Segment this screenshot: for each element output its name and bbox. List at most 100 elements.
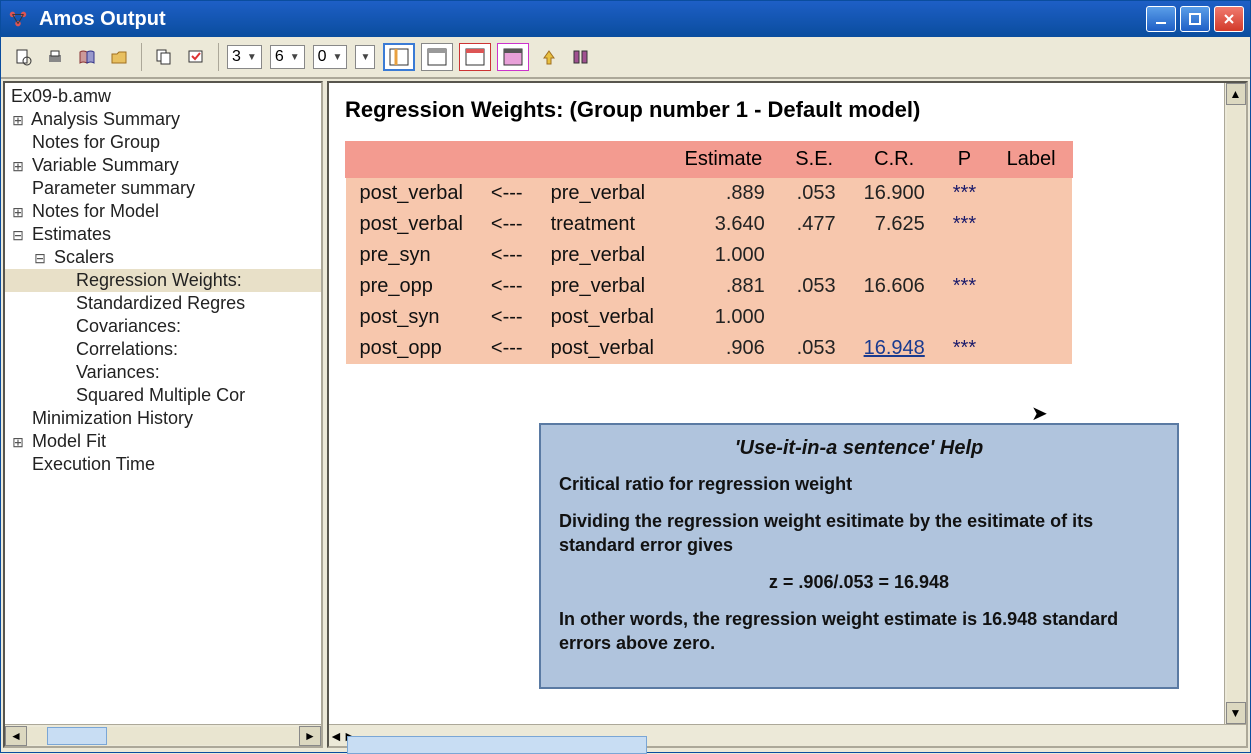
tree-item[interactable]: Parameter summary: [5, 177, 321, 200]
tree-item-label: Scalers: [49, 247, 114, 267]
tree-item[interactable]: Execution Time: [5, 453, 321, 476]
options-button[interactable]: [182, 43, 210, 71]
cell-label: [990, 240, 1072, 271]
tree-item[interactable]: Regression Weights:: [5, 269, 321, 292]
expand-icon[interactable]: ⊞: [11, 158, 25, 175]
preview-button[interactable]: [9, 43, 37, 71]
collapse-icon[interactable]: ⊟: [33, 250, 47, 267]
columns-button[interactable]: [567, 43, 595, 71]
tree-item-label: Variable Summary: [27, 155, 179, 175]
column-header: S.E.: [779, 142, 850, 178]
scroll-left-button[interactable]: ◄: [5, 726, 27, 746]
table-row: post_opp<---post_verbal.906.05316.948***: [346, 333, 1073, 364]
scroll-thumb[interactable]: [347, 736, 647, 754]
view-red-button[interactable]: [459, 43, 491, 71]
column-header: Label: [990, 142, 1072, 178]
cell-cr: 16.900: [850, 178, 939, 210]
view-pink-button[interactable]: [497, 43, 529, 71]
cell-se: .053: [779, 178, 850, 210]
blank-select[interactable]: ▼: [355, 45, 375, 69]
toolbar-separator: [141, 43, 142, 71]
navigation-tree[interactable]: Ex09-b.amw⊞ Analysis Summary Notes for G…: [5, 83, 321, 724]
maximize-button[interactable]: [1180, 6, 1210, 32]
content-body: Regression Weights: (Group number 1 - De…: [329, 83, 1224, 724]
column-header: P: [939, 142, 990, 178]
cell-p: ***: [939, 333, 990, 364]
scroll-right-button[interactable]: ►: [299, 726, 321, 746]
tree-item[interactable]: Minimization History: [5, 407, 321, 430]
expand-icon[interactable]: ⊞: [11, 204, 25, 221]
tree-hscrollbar[interactable]: ◄ ►: [5, 724, 321, 746]
tree-item-label: Model Fit: [27, 431, 106, 451]
tree-item[interactable]: Covariances:: [5, 315, 321, 338]
cursor-icon: ➤: [1031, 401, 1048, 426]
cell-cr: [850, 302, 939, 333]
tooltip-title: 'Use-it-in-a sentence' Help: [559, 437, 1159, 460]
cell-label: [990, 209, 1072, 240]
scroll-thumb[interactable]: [47, 727, 107, 745]
cell-p: ***: [939, 209, 990, 240]
cell-se: [779, 240, 850, 271]
minimize-button[interactable]: [1146, 6, 1176, 32]
column-header: [537, 142, 668, 178]
view-single-button[interactable]: [421, 43, 453, 71]
window-controls: [1146, 6, 1244, 32]
content-heading: Regression Weights: (Group number 1 - De…: [345, 97, 1208, 123]
book-button[interactable]: [73, 43, 101, 71]
scroll-down-button[interactable]: ▼: [1226, 702, 1246, 724]
tree-item-label: Estimates: [27, 224, 111, 244]
scroll-left-button[interactable]: ◄: [329, 728, 343, 744]
cell-label: [990, 178, 1072, 210]
copy-button[interactable]: [150, 43, 178, 71]
tree-item-label: Standardized Regres: [71, 293, 245, 313]
content-hscrollbar[interactable]: ◄ ►: [329, 724, 1246, 746]
tooltip-equation: z = .906/.053 = 16.948: [559, 572, 1159, 593]
tree-item[interactable]: Squared Multiple Cor: [5, 384, 321, 407]
cell-to: post_verbal: [346, 178, 477, 210]
scroll-track[interactable]: [27, 727, 299, 745]
cell-cr[interactable]: 16.948: [850, 333, 939, 364]
tree-item[interactable]: ⊞ Analysis Summary: [5, 108, 321, 131]
expand-icon[interactable]: ⊞: [11, 112, 25, 129]
open-button[interactable]: [105, 43, 133, 71]
view-split-button[interactable]: [383, 43, 415, 71]
tree-item[interactable]: Notes for Group: [5, 131, 321, 154]
dropdown-arrow-icon: ▼: [333, 52, 343, 63]
close-button[interactable]: [1214, 6, 1244, 32]
expand-icon[interactable]: ⊞: [11, 434, 25, 451]
main-area: Ex09-b.amw⊞ Analysis Summary Notes for G…: [1, 79, 1250, 750]
cell-se: [779, 302, 850, 333]
collapse-icon[interactable]: ⊟: [11, 227, 25, 244]
up-arrow-button[interactable]: [535, 43, 563, 71]
help-tooltip: 'Use-it-in-a sentence' Help Critical rat…: [539, 423, 1179, 689]
cell-from: pre_verbal: [537, 240, 668, 271]
app-icon: [7, 8, 29, 30]
scroll-up-button[interactable]: ▲: [1226, 83, 1246, 105]
tree-item-label: Regression Weights:: [71, 270, 242, 290]
tree-item[interactable]: ⊞ Model Fit: [5, 430, 321, 453]
tree-item[interactable]: ⊞ Variable Summary: [5, 154, 321, 177]
regression-table: EstimateS.E.C.R.PLabel post_verbal<---pr…: [345, 141, 1073, 364]
tree-item[interactable]: ⊟ Estimates: [5, 223, 321, 246]
tooltip-paragraph: In other words, the regression weight es…: [559, 607, 1159, 656]
print-button[interactable]: [41, 43, 69, 71]
tree-item[interactable]: Variances:: [5, 361, 321, 384]
tree-item-label: Correlations:: [71, 339, 178, 359]
tree-item-label: Squared Multiple Cor: [71, 385, 245, 405]
tree-item[interactable]: ⊞ Notes for Model: [5, 200, 321, 223]
cell-arrow: <---: [477, 178, 537, 210]
decimals-select-1[interactable]: 3▼: [227, 45, 262, 69]
tree-item[interactable]: Standardized Regres: [5, 292, 321, 315]
navigation-tree-pane: Ex09-b.amw⊞ Analysis Summary Notes for G…: [3, 81, 323, 748]
tree-item[interactable]: Correlations:: [5, 338, 321, 361]
cell-from: post_verbal: [537, 333, 668, 364]
cell-to: pre_opp: [346, 271, 477, 302]
content-vscrollbar[interactable]: ▲ ▼: [1224, 83, 1246, 724]
scroll-track[interactable]: [1227, 105, 1245, 702]
tree-item[interactable]: ⊟ Scalers: [5, 246, 321, 269]
toolbar: 3▼ 6▼ 0▼ ▼: [1, 37, 1250, 79]
tree-file[interactable]: Ex09-b.amw: [5, 85, 321, 108]
decimals-select-2[interactable]: 6▼: [270, 45, 305, 69]
cell-se: .053: [779, 333, 850, 364]
decimals-select-3[interactable]: 0▼: [313, 45, 348, 69]
